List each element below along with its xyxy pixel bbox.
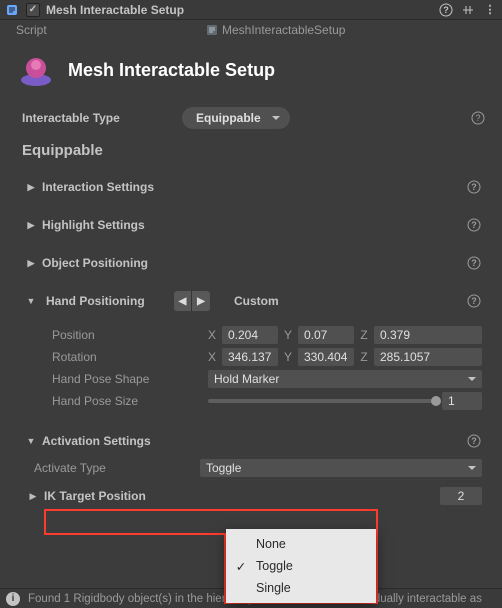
svg-text:?: ? [471,436,477,446]
axis-z-label: Z [358,328,370,342]
foldout-label: Interaction Settings [42,180,154,194]
script-field-row: Script MeshInteractableSetup [0,20,502,40]
hand-pose-size-slider[interactable] [208,399,436,403]
foldout-hand-positioning[interactable]: ▼ Hand Positioning ◀ ▶ Custom ? [26,289,486,313]
rotation-z-input[interactable] [374,348,482,366]
option-label: Single [256,581,291,595]
info-icon: i [6,592,20,606]
inspector-panel: ✓ Mesh Interactable Setup ? ⋮ Script Mes… [0,0,502,608]
chevron-down-icon: ▼ [26,296,36,306]
interactable-type-label: Interactable Type [22,111,172,125]
mesh-interactable-icon [16,50,56,90]
foldout-label: Object Positioning [42,256,148,270]
foldout-highlight-settings[interactable]: ▶ Highlight Settings ? [26,213,486,237]
activate-type-option-toggle[interactable]: ✓ Toggle [226,555,376,577]
component-header-bar: ✓ Mesh Interactable Setup ? ⋮ [0,0,502,20]
hand-positioning-mode: Custom [234,294,279,308]
position-x-input[interactable] [222,326,278,344]
foldout-object-positioning[interactable]: ▶ Object Positioning ? [26,251,486,275]
script-object-icon [206,24,218,36]
equippable-subpanel: ▶ Interaction Settings ? ▶ Highlight Set… [26,175,486,507]
hand-positioning-nav: ◀ ▶ [174,291,210,311]
foldout-activation-settings[interactable]: ▼ Activation Settings ? [26,429,486,453]
help-icon[interactable]: ? [466,293,482,309]
help-icon[interactable]: ? [466,255,482,271]
chevron-right-icon: ▶ [28,491,38,502]
help-icon[interactable]: ? [466,433,482,449]
interactable-type-value: Equippable [196,111,261,125]
inspector-title-block: Mesh Interactable Setup [0,40,502,104]
interactable-type-dropdown[interactable]: Equippable [182,107,290,129]
checkmark-icon: ✓ [234,559,248,574]
position-z-input[interactable] [374,326,482,344]
svg-text:?: ? [475,113,480,123]
foldout-label: Hand Positioning [46,294,164,308]
ik-target-count-input[interactable] [440,487,482,505]
svg-text:?: ? [471,220,477,230]
svg-text:?: ? [443,5,449,15]
chevron-right-icon: ▶ [26,220,36,231]
activate-type-value: Toggle [206,461,241,475]
foldout-label: Activation Settings [42,434,151,448]
help-icon[interactable]: ? [438,2,454,18]
hand-pose-shape-row: Hand Pose Shape Hold Marker [52,369,482,389]
activate-type-row: Activate Type Toggle [26,457,486,479]
equippable-section-header: Equippable [8,132,494,175]
position-y-input[interactable] [298,326,354,344]
rotation-y-input[interactable] [298,348,354,366]
component-enabled-checkbox[interactable]: ✓ [26,3,40,17]
axis-x-label: X [206,350,218,364]
axis-y-label: Y [282,350,294,364]
position-label: Position [52,328,202,342]
component-icon [4,2,20,18]
position-row: Position X Y Z [52,325,482,345]
activate-type-option-single[interactable]: Single [226,577,376,599]
option-label: None [256,537,286,551]
svg-text:?: ? [471,258,477,268]
activate-type-dropdown[interactable]: Toggle [200,459,482,477]
help-icon[interactable]: ? [470,110,486,126]
hand-pose-shape-label: Hand Pose Shape [52,372,202,386]
hand-pose-size-label: Hand Pose Size [52,394,202,408]
hand-pose-shape-value: Hold Marker [214,372,279,386]
interactable-type-row: Interactable Type Equippable ? [8,104,494,132]
chevron-down-icon: ▼ [26,436,36,446]
component-title: Mesh Interactable Setup [46,3,184,17]
activate-type-option-none[interactable]: None [226,533,376,555]
context-menu-icon[interactable]: ⋮ [482,2,498,18]
help-icon[interactable]: ? [466,179,482,195]
script-value-field: MeshInteractableSetup [206,23,486,37]
foldout-label: Highlight Settings [42,218,145,232]
page-title: Mesh Interactable Setup [68,60,275,81]
help-icon[interactable]: ? [466,217,482,233]
axis-z-label: Z [358,350,370,364]
script-object-name: MeshInteractableSetup [222,23,345,37]
foldout-interaction-settings[interactable]: ▶ Interaction Settings ? [26,175,486,199]
rotation-row: Rotation X Y Z [52,347,482,367]
axis-x-label: X [206,328,218,342]
svg-text:?: ? [471,296,477,306]
preset-icon[interactable] [460,2,476,18]
svg-text:?: ? [471,182,477,192]
hand-pose-shape-dropdown[interactable]: Hold Marker [208,370,482,388]
foldout-label: IK Target Position [44,489,146,503]
slider-handle[interactable] [431,396,441,406]
axis-y-label: Y [282,328,294,342]
foldout-ik-target-position[interactable]: ▶ IK Target Position [26,485,486,507]
hand-pose-size-input[interactable] [442,392,482,410]
next-button[interactable]: ▶ [192,291,210,311]
option-label: Toggle [256,559,293,573]
hand-positioning-body: Position X Y Z Rotation X Y Z [48,321,486,419]
prev-button[interactable]: ◀ [174,291,192,311]
activate-type-popup: None ✓ Toggle Single [226,529,376,603]
rotation-label: Rotation [52,350,202,364]
chevron-right-icon: ▶ [26,182,36,193]
activate-type-label: Activate Type [34,461,200,475]
hand-pose-size-row: Hand Pose Size [52,391,482,411]
script-label: Script [16,23,198,37]
rotation-x-input[interactable] [222,348,278,366]
inspector-body: Interactable Type Equippable ? Equippabl… [0,104,502,507]
chevron-right-icon: ▶ [26,258,36,269]
